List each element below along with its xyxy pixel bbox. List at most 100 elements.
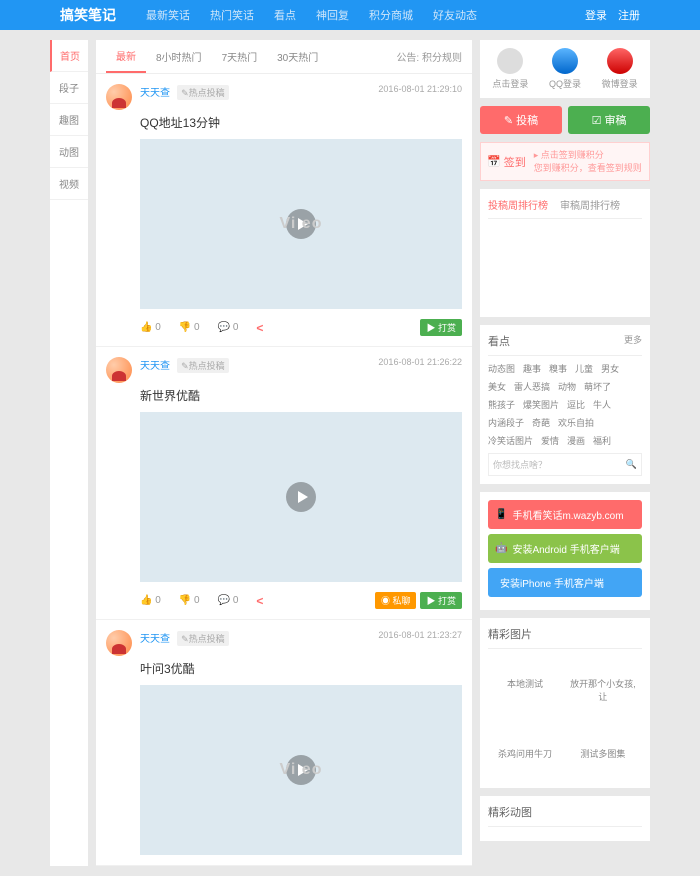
check-icon: ☑ bbox=[592, 114, 602, 127]
nav-item[interactable]: 最新笑话 bbox=[136, 7, 200, 23]
avatar[interactable] bbox=[106, 357, 132, 383]
rank-card: 投稿周排行榜审稿周排行榜 bbox=[480, 189, 650, 317]
avatar[interactable] bbox=[106, 630, 132, 656]
checkin-card[interactable]: 📅签到 ▸ 点击签到赚积分 您到赚积分，查看签到规则 bbox=[480, 142, 650, 181]
tag-link[interactable]: 逗比 bbox=[567, 398, 585, 411]
login-option[interactable]: 点击登录 bbox=[492, 48, 528, 90]
username[interactable]: 天天查 bbox=[140, 634, 170, 645]
submit-button[interactable]: ✎投稿 bbox=[480, 106, 562, 134]
comment-button[interactable]: 💬 0 bbox=[218, 595, 239, 606]
category-tab[interactable]: 视频 bbox=[50, 168, 88, 200]
tag-link[interactable]: 冷笑话图片 bbox=[488, 434, 533, 447]
category-tab[interactable]: 段子 bbox=[50, 72, 88, 104]
category-tab[interactable]: 趣图 bbox=[50, 104, 88, 136]
post-title[interactable]: 新世界优酷 bbox=[140, 387, 462, 404]
like-button[interactable]: 👍 0 bbox=[140, 595, 161, 606]
login-link[interactable]: 登录 bbox=[585, 10, 607, 22]
image-item[interactable]: 测试多图集 bbox=[566, 727, 640, 780]
notice[interactable]: 公告: 积分规则 bbox=[396, 49, 462, 64]
avatar[interactable] bbox=[106, 84, 132, 110]
download-button[interactable]: 安装iPhone 手机客户端 bbox=[488, 568, 642, 597]
tag-link[interactable]: 欢乐自拍 bbox=[558, 416, 594, 429]
tag-link[interactable]: 雷人恶搞 bbox=[514, 380, 550, 393]
tag-link[interactable]: 动物 bbox=[558, 380, 576, 393]
image-item[interactable]: 本地测试 bbox=[488, 657, 562, 723]
nav-item[interactable]: 看点 bbox=[264, 7, 306, 23]
images-grid: 本地测试放开那个小女孩,让杀鸡问用牛刀测试多图集 bbox=[488, 657, 642, 780]
category-tab[interactable]: 首页 bbox=[50, 40, 88, 72]
kandian-more[interactable]: 更多 bbox=[624, 333, 642, 349]
comment-button[interactable]: 💬 0 bbox=[218, 322, 239, 333]
login-option[interactable]: 微博登录 bbox=[602, 48, 638, 90]
username[interactable]: 天天查 bbox=[140, 88, 170, 99]
auth-links: 登录 注册 bbox=[577, 7, 640, 23]
download-button[interactable]: 🤖安装Android 手机客户端 bbox=[488, 534, 642, 563]
tag-link[interactable]: 熊孩子 bbox=[488, 398, 515, 411]
post-tag: ✎热点投稿 bbox=[177, 631, 229, 646]
action-button[interactable]: ▶ 打赏 bbox=[420, 592, 462, 609]
video-player[interactable]: Vi eo bbox=[140, 685, 462, 855]
post-title[interactable]: QQ地址13分钟 bbox=[140, 114, 462, 131]
action-button[interactable]: ◉ 私聊 bbox=[375, 592, 417, 609]
post-title[interactable]: 叶问3优酷 bbox=[140, 660, 462, 677]
search-icon: 🔍 bbox=[626, 459, 637, 470]
rank-tab[interactable]: 投稿周排行榜 bbox=[488, 197, 548, 212]
dislike-button[interactable]: 👎 0 bbox=[179, 595, 200, 606]
image-item[interactable]: 杀鸡问用牛刀 bbox=[488, 727, 562, 780]
platform-icon: 📱 bbox=[495, 509, 507, 520]
download-button[interactable]: 📱手机看笑话m.wazyb.com bbox=[488, 500, 642, 529]
tag-link[interactable]: 糗事 bbox=[549, 362, 567, 375]
nav-item[interactable]: 热门笑话 bbox=[200, 7, 264, 23]
post-tag: ✎热点投稿 bbox=[177, 358, 229, 373]
login-option[interactable]: QQ登录 bbox=[549, 48, 581, 90]
checkin-label: 📅签到 bbox=[487, 154, 526, 170]
site-logo[interactable]: 搞笑笔记 bbox=[60, 5, 116, 25]
nav-item[interactable]: 神回复 bbox=[306, 7, 359, 23]
username[interactable]: 天天查 bbox=[140, 361, 170, 372]
tag-link[interactable]: 漫画 bbox=[567, 434, 585, 447]
video-player[interactable] bbox=[140, 412, 462, 582]
search-box[interactable]: 你想找点啥？ 🔍 bbox=[488, 453, 642, 476]
post: 天天查 ✎热点投稿 2016-08-01 21:26:22 新世界优酷 👍 0 … bbox=[96, 347, 472, 620]
sort-tabs: 最新8小时热门7天热门30天热门 公告: 积分规则 bbox=[96, 40, 472, 74]
tag-link[interactable]: 内涵段子 bbox=[488, 416, 524, 429]
sort-tab[interactable]: 7天热门 bbox=[212, 41, 268, 72]
tag-link[interactable]: 动态图 bbox=[488, 362, 515, 375]
share-button[interactable]: < bbox=[256, 321, 263, 335]
rank-tab[interactable]: 审稿周排行榜 bbox=[560, 197, 620, 212]
post-list: 天天查 ✎热点投稿 2016-08-01 21:29:10 QQ地址13分钟 V… bbox=[96, 74, 472, 866]
post-actions: 👍 0 👎 0 💬 0 < ▶ 打赏 bbox=[140, 319, 462, 336]
tag-link[interactable]: 福利 bbox=[593, 434, 611, 447]
tag-link[interactable]: 男女 bbox=[601, 362, 619, 375]
platform-icon: 🤖 bbox=[495, 543, 507, 554]
top-header: 搞笑笔记 最新笑话热门笑话看点神回复积分商城好友动态 登录 注册 bbox=[0, 0, 700, 30]
share-button[interactable]: < bbox=[256, 594, 263, 608]
login-card: 点击登录 QQ登录微博登录 bbox=[480, 40, 650, 98]
tag-link[interactable]: 儿童 bbox=[575, 362, 593, 375]
nav-item[interactable]: 好友动态 bbox=[423, 7, 487, 23]
play-icon[interactable] bbox=[286, 482, 316, 512]
tag-link[interactable]: 萌坏了 bbox=[584, 380, 611, 393]
like-button[interactable]: 👍 0 bbox=[140, 322, 161, 333]
category-tab[interactable]: 动图 bbox=[50, 136, 88, 168]
login-icon bbox=[497, 48, 523, 74]
tag-link[interactable]: 奇葩 bbox=[532, 416, 550, 429]
review-button[interactable]: ☑审稿 bbox=[568, 106, 650, 134]
tag-link[interactable]: 牛人 bbox=[593, 398, 611, 411]
sort-tab[interactable]: 30天热门 bbox=[267, 41, 328, 72]
action-button[interactable]: ▶ 打赏 bbox=[420, 319, 462, 336]
tag-link[interactable]: 美女 bbox=[488, 380, 506, 393]
tag-link[interactable]: 趣事 bbox=[523, 362, 541, 375]
tag-link[interactable]: 爆笑图片 bbox=[523, 398, 559, 411]
nav-item[interactable]: 积分商城 bbox=[359, 7, 423, 23]
main-nav: 最新笑话热门笑话看点神回复积分商城好友动态 bbox=[136, 7, 577, 23]
image-item[interactable]: 放开那个小女孩,让 bbox=[566, 657, 640, 723]
sort-tab[interactable]: 8小时热门 bbox=[146, 41, 212, 72]
tags-grid: 动态图趣事糗事儿童男女美女雷人恶搞动物萌坏了熊孩子爆笑图片逗比牛人内涵段子奇葩欢… bbox=[488, 362, 642, 447]
timestamp: 2016-08-01 21:23:27 bbox=[378, 630, 462, 640]
video-player[interactable]: Vi eo bbox=[140, 139, 462, 309]
tag-link[interactable]: 爱情 bbox=[541, 434, 559, 447]
dislike-button[interactable]: 👎 0 bbox=[179, 322, 200, 333]
sort-tab[interactable]: 最新 bbox=[106, 40, 146, 73]
register-link[interactable]: 注册 bbox=[618, 10, 640, 22]
